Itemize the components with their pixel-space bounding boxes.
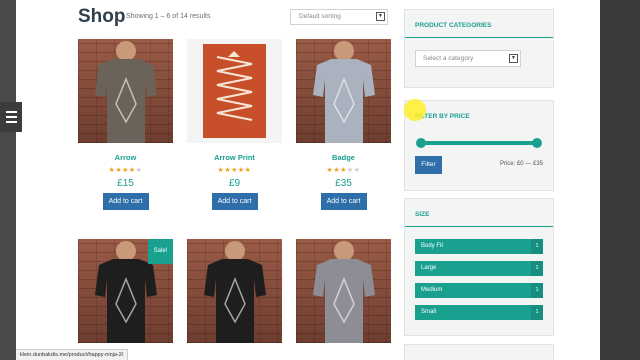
- add-to-cart-button[interactable]: Add to cart: [320, 193, 367, 210]
- chevron-down-icon: ▼: [509, 54, 518, 63]
- page-title: Shop: [78, 6, 126, 27]
- category-select[interactable]: Select a category ▼: [415, 50, 521, 67]
- product-card[interactable]: Arrow ★★★★★ £15 Add to cart: [78, 39, 173, 210]
- tshirt-image: [203, 241, 266, 343]
- star-icon: ★: [231, 167, 238, 174]
- product-image[interactable]: [296, 39, 391, 143]
- size-label: Medium: [421, 287, 443, 293]
- widget-title: PRODUCT CATEGORIES: [415, 22, 492, 29]
- sidebar-widget: [404, 344, 554, 360]
- product-image[interactable]: [78, 39, 173, 143]
- price-slider-max-handle[interactable]: [532, 138, 542, 148]
- product-name[interactable]: Badge: [296, 153, 391, 162]
- widget-title: FILTER BY PRICE: [415, 113, 470, 120]
- tshirt-image: [312, 41, 375, 143]
- add-to-cart-button[interactable]: Add to cart: [102, 193, 149, 210]
- star-rating: ★★★★★: [78, 166, 173, 174]
- size-filter-item[interactable]: Medium 1: [415, 283, 543, 298]
- widget-title: SIZE: [415, 211, 430, 218]
- price-slider-min-handle[interactable]: [416, 138, 426, 148]
- star-icon: ★: [122, 167, 129, 174]
- result-count: Showing 1 – 6 of 14 results: [126, 13, 211, 20]
- price-slider[interactable]: [416, 138, 542, 148]
- shop-page: Shop Showing 1 – 6 of 14 results Default…: [16, 0, 600, 360]
- size-count-badge: 1: [531, 305, 543, 320]
- size-filter-item[interactable]: Small 1: [415, 305, 543, 320]
- divider: [405, 37, 553, 38]
- product-card[interactable]: Sale!: [78, 239, 173, 343]
- product-price: £35: [335, 178, 352, 189]
- window-edge: [600, 0, 640, 360]
- status-bar-url: klein.dunbakdis.me/product/happy-ninja-2…: [16, 349, 129, 360]
- size-list: Body Fit 1 Large 1 Medium 1 Small 1: [405, 227, 553, 337]
- filter-button[interactable]: Filter: [415, 156, 442, 174]
- tshirt-image: [94, 41, 157, 143]
- product-name[interactable]: Arrow Print: [187, 153, 282, 162]
- star-icon: ★: [353, 167, 361, 174]
- product-categories-widget: PRODUCT CATEGORIES Select a category ▼: [404, 9, 554, 88]
- product-card[interactable]: Arrow Print ★★★★★ £9 Add to cart: [187, 39, 282, 210]
- size-count-badge: 1: [531, 261, 543, 276]
- sort-select-value: Default sorting: [299, 13, 341, 20]
- star-icon: ★: [237, 167, 245, 174]
- star-icon: ★: [128, 167, 136, 174]
- product-card[interactable]: Badge ★★★★★ £35 Add to cart: [296, 39, 391, 210]
- size-label: Large: [421, 265, 437, 271]
- price-range-label: Price: £0 — £35: [499, 161, 543, 167]
- star-icon: ★: [346, 167, 354, 174]
- poster-artwork: [203, 44, 266, 138]
- size-count-badge: 1: [531, 283, 543, 298]
- product-image[interactable]: [296, 239, 391, 343]
- product-card[interactable]: [296, 239, 391, 343]
- price-slider-range: [420, 141, 538, 145]
- size-widget: SIZE Body Fit 1 Large 1 Medium 1 Small 1: [404, 198, 554, 336]
- size-count-badge: 1: [531, 239, 543, 254]
- size-filter-item[interactable]: Body Fit 1: [415, 239, 543, 254]
- product-image[interactable]: [187, 39, 282, 143]
- star-rating: ★★★★★: [296, 166, 391, 174]
- sale-badge: Sale!: [148, 239, 173, 264]
- product-image[interactable]: [187, 239, 282, 343]
- star-icon: ★: [135, 167, 143, 174]
- size-label: Small: [421, 309, 437, 315]
- product-name[interactable]: Arrow: [78, 153, 173, 162]
- chevron-down-icon: ▼: [376, 12, 385, 21]
- star-rating: ★★★★★: [187, 166, 282, 174]
- price-filter-widget: FILTER BY PRICE Filter Price: £0 — £35: [404, 100, 554, 191]
- category-select-value: Select a category: [423, 55, 474, 62]
- product-image[interactable]: Sale!: [78, 239, 173, 343]
- tshirt-image: [312, 241, 375, 343]
- star-icon: ★: [340, 167, 347, 174]
- product-card[interactable]: [187, 239, 282, 343]
- add-to-cart-button[interactable]: Add to cart: [211, 193, 258, 210]
- product-price: £9: [228, 178, 241, 189]
- size-filter-item[interactable]: Large 1: [415, 261, 543, 276]
- star-icon: ★: [244, 167, 252, 174]
- menu-icon[interactable]: [0, 102, 22, 132]
- product-price: £15: [117, 178, 134, 189]
- sort-select[interactable]: Default sorting ▼: [290, 9, 388, 25]
- cursor-highlight: [404, 99, 426, 121]
- size-label: Body Fit: [421, 243, 444, 249]
